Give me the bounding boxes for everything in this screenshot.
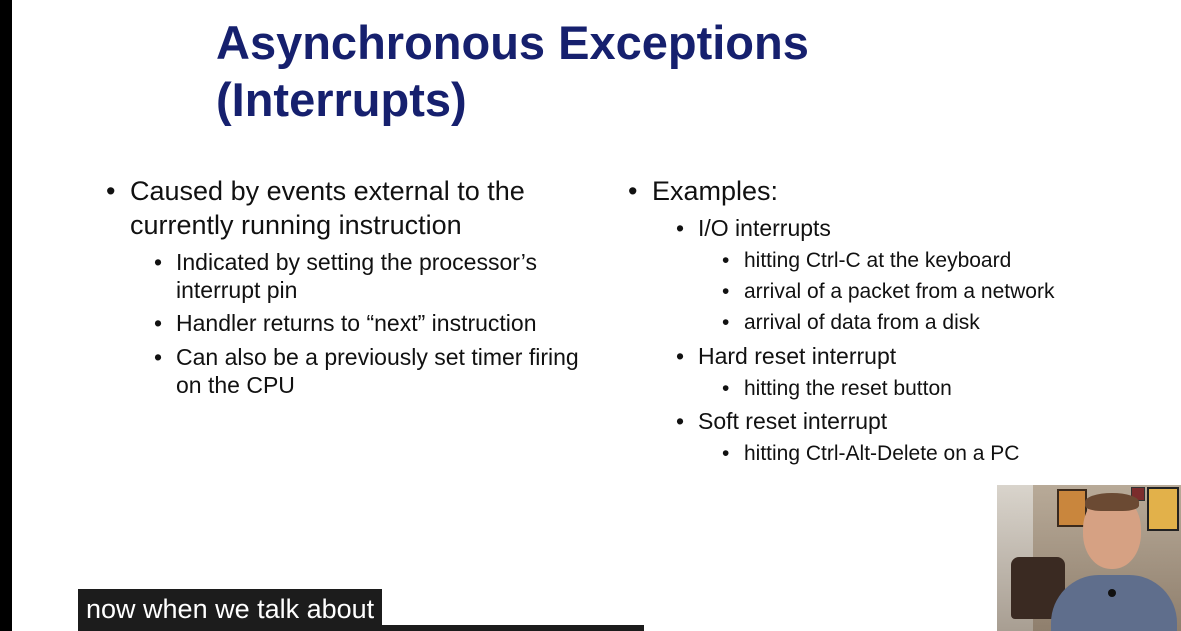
- bullet-text-line2: interrupt pin: [176, 277, 298, 303]
- bullet-dot: •: [722, 442, 730, 465]
- bullet-text-line1: Caused by events external to the: [130, 176, 525, 206]
- wall-poster: [1147, 487, 1179, 531]
- bullet-text: hitting Ctrl-C at the keyboard: [744, 249, 1012, 272]
- bullet-text-line2: on the CPU: [176, 372, 295, 398]
- bullet-dot: •: [154, 310, 163, 336]
- bullet-text: Handler returns to “next” instruction: [176, 310, 537, 336]
- bullet-examples: • Examples:: [628, 174, 779, 208]
- bullet-io-interrupts: • I/O interrupts: [676, 214, 831, 242]
- bullet-ctrl-c: • hitting Ctrl-C at the keyboard: [722, 248, 1012, 274]
- bullet-handler-returns: • Handler returns to “next” instruction: [154, 309, 537, 337]
- wall-picture-frame: [1057, 489, 1087, 527]
- bullet-text: arrival of data from a disk: [744, 311, 980, 334]
- bullet-text: Soft reset interrupt: [698, 408, 888, 434]
- bullet-disk-data: • arrival of data from a disk: [722, 310, 980, 336]
- bullet-dot: •: [676, 215, 685, 241]
- bullet-text: Examples:: [652, 176, 779, 206]
- bullet-timer-firing: • Can also be a previously set timer fir…: [154, 343, 579, 399]
- bullet-dot: •: [676, 343, 685, 369]
- bullet-text: arrival of a packet from a network: [744, 280, 1055, 303]
- bullet-text-line2: currently running instruction: [130, 210, 462, 240]
- bullet-ctrl-alt-delete: • hitting Ctrl-Alt-Delete on a PC: [722, 441, 1020, 467]
- bullet-dot: •: [628, 176, 638, 206]
- bullet-packet-arrival: • arrival of a packet from a network: [722, 279, 1055, 305]
- video-caption: now when we talk about: [78, 589, 383, 629]
- bullet-dot: •: [154, 249, 163, 275]
- bullet-dot: •: [722, 280, 730, 303]
- bullet-text-line1: Indicated by setting the processor’s: [176, 249, 537, 275]
- bullet-text: hitting Ctrl-Alt-Delete on a PC: [744, 442, 1020, 465]
- slide-title-line1: Asynchronous Exceptions: [216, 16, 809, 69]
- presenter-hair: [1085, 493, 1139, 511]
- bullet-dot: •: [722, 311, 730, 334]
- bullet-hard-reset: • Hard reset interrupt: [676, 342, 897, 370]
- presenter-webcam: [997, 485, 1181, 631]
- bullet-text-line1: Can also be a previously set timer firin…: [176, 344, 579, 370]
- bullet-soft-reset: • Soft reset interrupt: [676, 407, 888, 435]
- bullet-dot: •: [154, 344, 163, 370]
- bullet-dot: •: [722, 377, 730, 400]
- bullet-text: Hard reset interrupt: [698, 343, 897, 369]
- bullet-text: hitting the reset button: [744, 377, 952, 400]
- slide-title: Asynchronous Exceptions (Interrupts): [216, 14, 809, 128]
- slide-title-line2: (Interrupts): [216, 73, 467, 126]
- bullet-indicated-by-pin: • Indicated by setting the processor’s i…: [154, 248, 537, 304]
- microphone-icon: [1108, 589, 1116, 597]
- bullet-dot: •: [676, 408, 685, 434]
- bullet-dot: •: [722, 249, 730, 272]
- bullet-reset-button: • hitting the reset button: [722, 376, 952, 402]
- bullet-dot: •: [106, 176, 116, 206]
- bullet-caused-by-events: • Caused by events external to the curre…: [106, 174, 525, 242]
- bullet-text: I/O interrupts: [698, 215, 831, 241]
